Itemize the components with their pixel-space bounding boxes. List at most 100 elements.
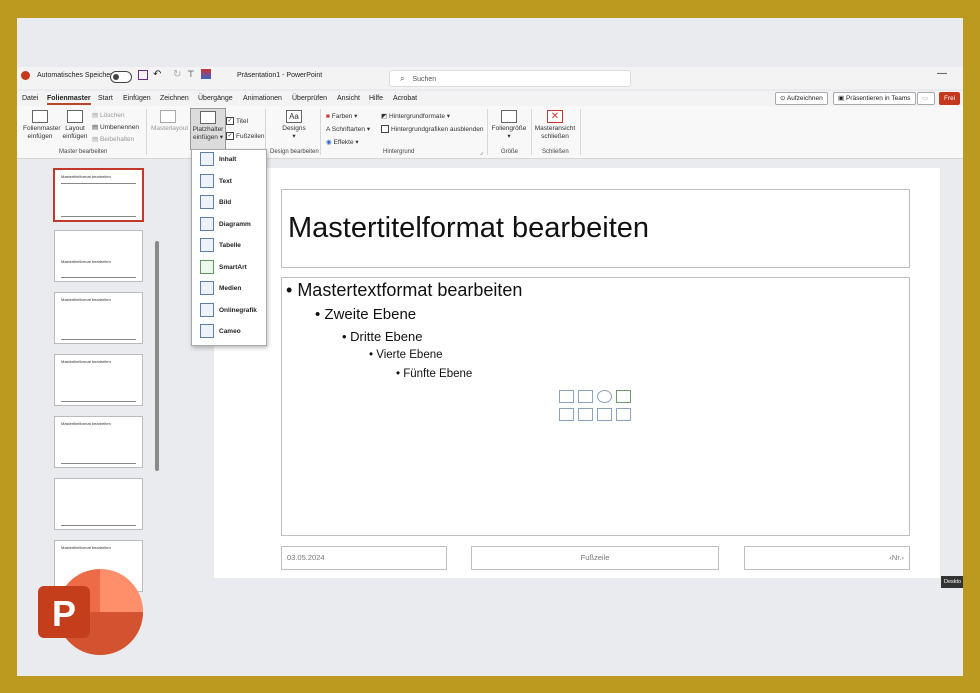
menu-item-onlinegrafik[interactable]: Onlinegrafik: [200, 303, 257, 319]
fonts-button[interactable]: A Schriftarten ▾: [326, 123, 370, 136]
menu-item-text[interactable]: Text: [200, 174, 232, 190]
slide-canvas[interactable]: Mastertitelformat bearbeiten • Mastertex…: [214, 168, 940, 578]
thumbnail-scrollbar[interactable]: [154, 161, 160, 586]
title-checkbox[interactable]: ✓ Titel: [226, 114, 265, 129]
thumbnail-layout[interactable]: Mastertitelformat bearbeiten: [54, 292, 143, 344]
tab-zeichnen[interactable]: Zeichnen: [160, 95, 189, 102]
scrollbar-thumb[interactable]: [155, 241, 159, 471]
title-placeholder[interactable]: Mastertitelformat bearbeiten: [281, 189, 910, 268]
share-button[interactable]: Frei: [939, 92, 961, 105]
redo-icon[interactable]: ↻: [173, 69, 181, 80]
smartart-icon[interactable]: [616, 390, 631, 403]
slide-number-placeholder[interactable]: ‹Nr.›: [744, 546, 910, 570]
table-icon: [200, 238, 214, 253]
tab-einfuegen[interactable]: Einfügen: [123, 95, 151, 102]
icons-icon[interactable]: [597, 390, 612, 403]
table-icon[interactable]: [597, 408, 612, 421]
tab-ueberpruefen[interactable]: Überprüfen: [292, 95, 327, 102]
designs-button[interactable]: Aa Designs ▾: [279, 110, 309, 141]
footer-placeholder[interactable]: Fußzeile: [471, 546, 719, 570]
checkbox-checked-icon: ✓: [226, 117, 234, 126]
insert-master-label: Folienmaster einfügen: [23, 125, 61, 140]
svg-text:P: P: [52, 593, 76, 634]
menu-item-smartart[interactable]: SmartArt: [200, 260, 247, 276]
media-icon: [200, 281, 214, 296]
delete-button[interactable]: ▤ Löschen: [92, 110, 139, 122]
present-icon[interactable]: ⊤: [187, 69, 195, 80]
content-placeholder[interactable]: • Mastertextformat bearbeiten • Zweite E…: [281, 277, 910, 536]
slide-size-button[interactable]: Foliengröße ▾: [491, 110, 527, 141]
thumbnail-layout[interactable]: Mastertitelformat bearbeiten: [54, 354, 143, 406]
tab-folienmaster[interactable]: Folienmaster: [47, 95, 91, 105]
thumbnail-master[interactable]: Mastertitelformat bearbeiten: [53, 168, 144, 222]
tab-acrobat[interactable]: Acrobat: [393, 95, 417, 102]
tab-uebergaenge[interactable]: Übergänge: [198, 95, 233, 102]
hide-background-checkbox[interactable]: Hintergrundgrafiken ausblenden: [381, 123, 484, 136]
present-teams-button[interactable]: ▣ Präsentieren in Teams: [833, 92, 916, 105]
footer-checkbox[interactable]: ✓ Fußzeilen: [226, 129, 265, 144]
menu-item-tabelle[interactable]: Tabelle: [200, 238, 241, 254]
share-label: Frei: [944, 95, 956, 102]
content-icon: [200, 152, 214, 167]
colors-button[interactable]: ■ Farben ▾: [326, 110, 370, 123]
masterlayout-label: Masterlayout: [151, 125, 189, 132]
thumbnail-layout[interactable]: [54, 478, 143, 530]
menu-item-diagramm[interactable]: Diagramm: [200, 217, 251, 233]
chart-icon: [200, 217, 214, 232]
keep-label: Beibehalten: [99, 136, 135, 143]
bullet-level4-text: Vierte Ebene: [376, 349, 443, 361]
record-icon: ⊙: [780, 95, 787, 102]
menu-item-label: SmartArt: [219, 264, 247, 271]
background-formats-button[interactable]: ◩ Hintergrundformate ▾: [381, 110, 484, 123]
slideshow-icon[interactable]: [201, 69, 211, 79]
save-icon[interactable]: [138, 70, 148, 80]
picture-icon: [200, 195, 214, 210]
picture-icon[interactable]: [559, 390, 574, 403]
record-button[interactable]: ⊙ Aufzeichnen: [775, 92, 828, 105]
separator: [580, 109, 581, 155]
tab-datei[interactable]: Datei: [22, 95, 38, 102]
group-design-edit: Design bearbeiten: [270, 149, 319, 155]
thumbnail-layout[interactable]: Mastertitelformat bearbeiten: [54, 230, 143, 282]
search-input[interactable]: Suchen: [412, 76, 436, 83]
comments-button[interactable]: ▭: [917, 92, 935, 105]
menu-item-medien[interactable]: Medien: [200, 281, 241, 297]
masterlayout-button[interactable]: Masterlayout: [151, 110, 189, 133]
tab-animationen[interactable]: Animationen: [243, 95, 282, 102]
effects-button[interactable]: ◉ Effekte ▾: [326, 136, 370, 149]
menu-item-cameo[interactable]: Cameo: [200, 324, 241, 340]
separator: [146, 109, 147, 155]
menu-item-bild[interactable]: Bild: [200, 195, 231, 211]
layout-icon: [67, 110, 83, 123]
chart-icon[interactable]: [616, 408, 631, 421]
search-icon: ⌕: [400, 74, 405, 83]
video-icon[interactable]: [578, 408, 593, 421]
close-master-button[interactable]: ✕ Masteransicht schließen: [533, 110, 577, 141]
minimize-icon[interactable]: —: [937, 68, 947, 79]
keep-button[interactable]: ▤ Beibehalten: [92, 134, 139, 146]
insert-layout-button[interactable]: Layout einfügen: [61, 110, 89, 141]
group-size: Größe: [501, 149, 519, 155]
cameo-icon[interactable]: [559, 408, 574, 421]
search-box[interactable]: ⌕ Suchen: [389, 70, 631, 87]
date-placeholder[interactable]: 03.05.2024: [281, 546, 447, 570]
fonts-label: Schriftarten: [331, 126, 366, 133]
insert-master-button[interactable]: Folienmaster einfügen: [23, 110, 61, 141]
thumbnail-line: [61, 277, 136, 278]
autosave-toggle[interactable]: [110, 71, 132, 83]
footer-text: Fußzeile: [580, 553, 610, 562]
group-master-edit: Master bearbeiten: [59, 149, 108, 155]
online-picture-icon[interactable]: [578, 390, 593, 403]
record-label: Aufzeichnen: [786, 95, 823, 102]
undo-icon[interactable]: ↶: [153, 69, 161, 80]
dialog-launcher-icon[interactable]: ⌟: [480, 149, 483, 156]
tab-hilfe[interactable]: Hilfe: [369, 95, 383, 102]
bullet-level2: • Zweite Ebene: [315, 306, 417, 323]
tab-ansicht[interactable]: Ansicht: [337, 95, 360, 102]
rename-button[interactable]: ▤ Umbenennen: [92, 122, 139, 134]
placeholder-icon: [200, 111, 216, 124]
menu-item-inhalt[interactable]: Inhalt: [200, 152, 236, 168]
thumbnail-layout[interactable]: Mastertitelformat bearbeiten: [54, 416, 143, 468]
insert-placeholder-button[interactable]: Platzhalter einfügen ▾: [190, 108, 226, 150]
tab-start[interactable]: Start: [98, 95, 113, 102]
